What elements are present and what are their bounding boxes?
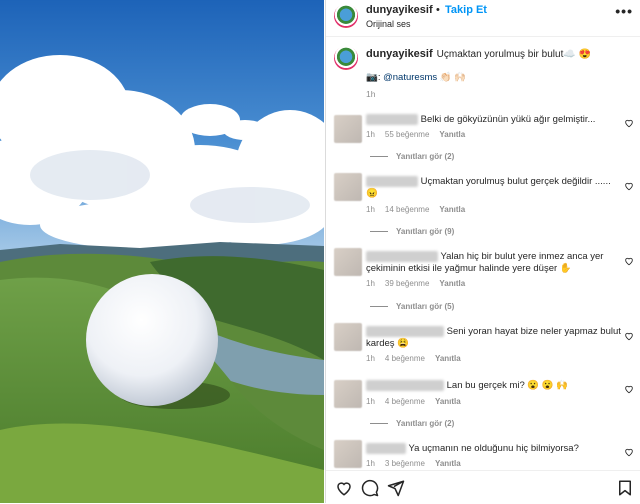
comment-text: Ya uçmanın ne olduğunu hiç bilmiyorsa?: [408, 443, 579, 455]
commenter-avatar[interactable]: [334, 173, 362, 201]
caption-time: 1h: [366, 89, 376, 99]
share-send-icon[interactable]: [387, 479, 405, 497]
comment-likes[interactable]: 4 beğenme: [385, 397, 425, 406]
follow-button[interactable]: Takip Et: [445, 4, 487, 16]
view-replies-button[interactable]: Yanıtları gör (9): [370, 227, 454, 236]
like-heart-icon[interactable]: [335, 479, 353, 497]
credit-emojis: 👏🏻 🙌🏻: [437, 72, 467, 83]
caption-credit: 📷: @naturesms 👏🏻 🙌🏻: [366, 72, 466, 83]
author-avatar[interactable]: [334, 4, 358, 28]
view-replies-label[interactable]: Yanıtları gör (2): [396, 419, 454, 428]
reply-button[interactable]: Yanıtla: [435, 459, 461, 468]
comment-likes[interactable]: 39 beğenme: [385, 279, 429, 288]
cloud-landscape-image: [0, 0, 324, 503]
audio-label[interactable]: Orijinal ses: [366, 19, 411, 29]
post-caption: dunyayikesif Uçmaktan yorulmuş bir bulut☁…: [366, 48, 626, 60]
view-replies-button[interactable]: Yanıtları gör (2): [370, 152, 454, 161]
comment-like-icon[interactable]: [624, 331, 634, 341]
comment-meta: 1h 55 beğenme Yanıtla: [366, 130, 475, 139]
view-replies-button[interactable]: Yanıtları gör (5): [370, 302, 454, 311]
comment-meta: 1h 3 beğenme Yanıtla: [366, 459, 471, 468]
commenter-username-blurred[interactable]: [366, 114, 418, 125]
comment-meta: 1h 14 beğenme Yanıtla: [366, 205, 475, 214]
commenter-username-blurred[interactable]: [366, 326, 444, 337]
comment-meta: 1h 4 beğenme Yanıtla: [366, 397, 471, 406]
replies-line: [370, 306, 388, 308]
comment-likes[interactable]: 14 beğenme: [385, 205, 429, 214]
comment-like-icon[interactable]: [624, 384, 634, 394]
comment-time: 1h: [366, 205, 375, 214]
comment-time: 1h: [366, 354, 375, 363]
commenter-avatar[interactable]: [334, 440, 362, 468]
view-replies-label[interactable]: Yanıtları gör (2): [396, 152, 454, 161]
header-separator: •: [436, 4, 440, 16]
reply-button[interactable]: Yanıtla: [435, 354, 461, 363]
commenter-username-blurred[interactable]: [366, 176, 418, 187]
comment-meta: 1h 39 beğenme Yanıtla: [366, 279, 475, 288]
comment-likes[interactable]: 4 beğenme: [385, 354, 425, 363]
reply-button[interactable]: Yanıtla: [435, 397, 461, 406]
comment-text: Belki de gökyüzünün yükü ağır gelmiştir.…: [420, 114, 596, 126]
view-replies-label[interactable]: Yanıtları gör (5): [396, 302, 454, 311]
commenter-username-blurred[interactable]: [366, 443, 406, 454]
commenter-avatar[interactable]: [334, 380, 362, 408]
commenter-avatar[interactable]: [334, 248, 362, 276]
save-bookmark-icon[interactable]: [616, 479, 634, 497]
caption-username[interactable]: dunyayikesif: [366, 48, 433, 60]
commenter-avatar[interactable]: [334, 115, 362, 143]
caption-text: Uçmaktan yorulmuş bir bulut☁️ 😍: [436, 49, 592, 60]
post-media[interactable]: [0, 0, 324, 503]
replies-line: [370, 423, 388, 425]
comment-time: 1h: [366, 397, 375, 406]
camera-emoji: 📷:: [366, 72, 384, 83]
replies-line: [370, 231, 388, 233]
post-header: dunyayikesif • Takip Et Orijinal ses •••: [326, 0, 640, 37]
comment-likes[interactable]: 3 beğenme: [385, 459, 425, 468]
caption-author-avatar[interactable]: [334, 46, 358, 70]
commenter-username-blurred[interactable]: [366, 251, 438, 262]
comment-like-icon[interactable]: [624, 181, 634, 191]
view-replies-label[interactable]: Yanıtları gör (9): [396, 227, 454, 236]
comment-bubble-icon[interactable]: [361, 479, 379, 497]
commenter-avatar[interactable]: [334, 323, 362, 351]
comment-time: 1h: [366, 130, 375, 139]
comment-meta: 1h 4 beğenme Yanıtla: [366, 354, 471, 363]
reply-button[interactable]: Yanıtla: [439, 279, 465, 288]
comment-time: 1h: [366, 459, 375, 468]
more-options-icon[interactable]: •••: [615, 3, 633, 19]
comment-text: Lan bu gerçek mi? 😮 😮 🙌: [446, 380, 569, 392]
reply-button[interactable]: Yanıtla: [439, 205, 465, 214]
comment-time: 1h: [366, 279, 375, 288]
replies-line: [370, 156, 388, 158]
credit-mention-link[interactable]: @naturesms: [383, 72, 437, 83]
post-action-bar: [326, 470, 640, 504]
reply-button[interactable]: Yanıtla: [439, 130, 465, 139]
comment-like-icon[interactable]: [624, 256, 634, 266]
comments-panel: dunyayikesif • Takip Et Orijinal ses •••…: [325, 0, 640, 504]
comment-like-icon[interactable]: [624, 118, 634, 128]
comment-likes[interactable]: 55 beğenme: [385, 130, 429, 139]
commenter-username-blurred[interactable]: [366, 380, 444, 391]
author-username[interactable]: dunyayikesif: [366, 4, 433, 16]
comment-like-icon[interactable]: [624, 447, 634, 457]
view-replies-button[interactable]: Yanıtları gör (2): [370, 419, 454, 428]
